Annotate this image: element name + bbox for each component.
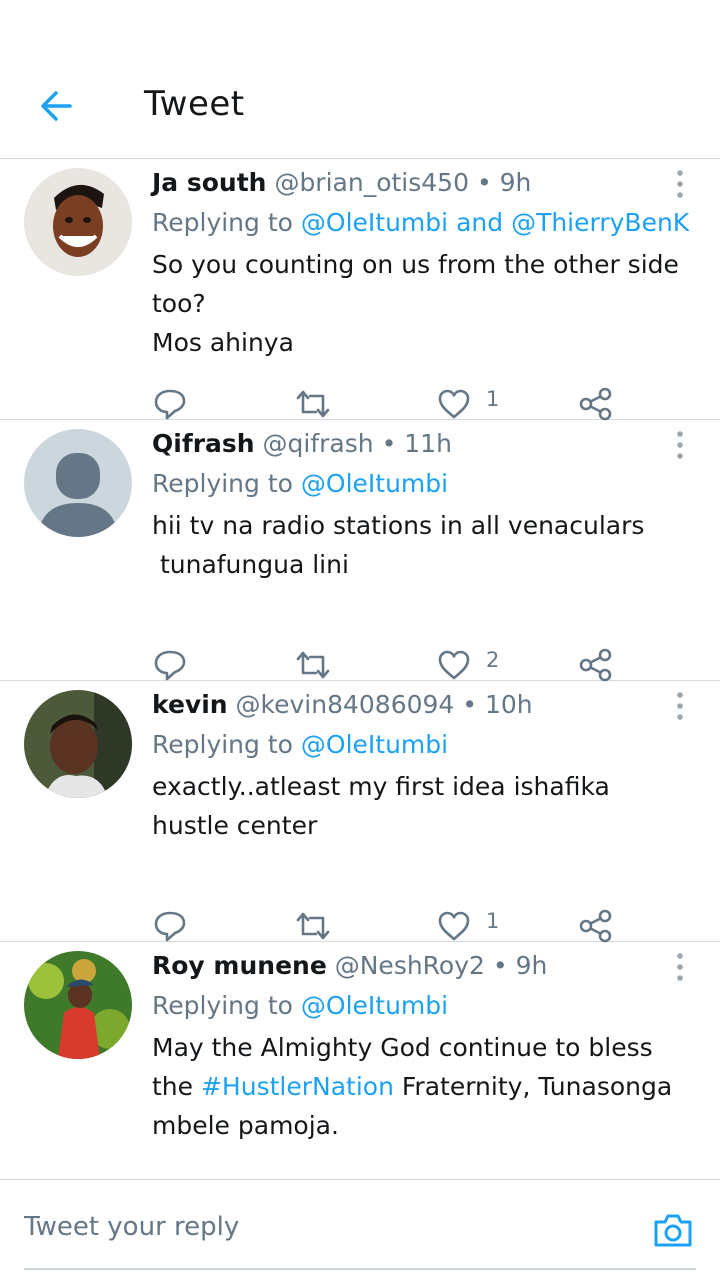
tweet-line: May the Almighty God continue to bless: [152, 1033, 653, 1062]
display-name[interactable]: Ja south: [152, 168, 266, 197]
avatar[interactable]: [24, 168, 132, 276]
avatar[interactable]: [24, 951, 132, 1059]
avatar[interactable]: [24, 690, 132, 798]
tweet-line: tunafungua lini: [152, 550, 349, 579]
retweet-icon: [296, 390, 330, 418]
more-vertical-icon: [677, 953, 683, 981]
tweet-actions: 1: [152, 903, 632, 947]
reply-icon: [154, 389, 186, 420]
more-options-button[interactable]: [670, 691, 690, 721]
separator-dot: •: [381, 429, 397, 458]
tweet-text: hii tv na radio stations in all venacula…: [152, 506, 700, 584]
arrow-left-icon: [41, 91, 72, 121]
display-name[interactable]: Roy munene: [152, 951, 327, 980]
reply-composer: Tweet your reply: [0, 1179, 720, 1281]
tweet[interactable]: Qifrash @qifrash • 11h Replying to @OleI…: [0, 420, 720, 682]
tweet-text: So you counting on us from the other sid…: [152, 245, 700, 362]
tweet-line-text: Fraternity, Tunasonga: [401, 1072, 673, 1101]
camera-icon: [654, 1214, 692, 1247]
tweet[interactable]: kevin @kevin84086094 • 10h Replying to @…: [0, 681, 720, 943]
back-button[interactable]: [36, 86, 76, 126]
default-avatar-icon: [24, 429, 132, 537]
replying-to: Replying to @OleItumbi: [152, 464, 700, 504]
replying-to: Replying to @OleItumbi and @ThierryBenK: [152, 203, 700, 243]
mention-link[interactable]: @ThierryBenK: [511, 208, 689, 237]
tweet-line: mbele pamoja.: [152, 1111, 339, 1140]
more-options-button[interactable]: [670, 430, 690, 460]
tweet-line: exactly..atleast my first idea ishafika: [152, 772, 610, 801]
mention-link[interactable]: @OleItumbi: [301, 730, 448, 759]
mention-joiner[interactable]: and: [456, 208, 503, 237]
reply-input[interactable]: Tweet your reply: [24, 1212, 239, 1242]
tweet-actions: 1: [152, 381, 632, 425]
display-name[interactable]: kevin: [152, 690, 228, 719]
hashtag-link[interactable]: #HustlerNation: [201, 1072, 394, 1101]
share-icon: [579, 387, 612, 421]
like-count: 2: [486, 648, 500, 672]
tweet-line: So you counting on us from the other sid…: [152, 250, 679, 279]
timestamp: 9h: [515, 951, 548, 980]
heart-icon: [438, 389, 470, 419]
replying-to: Replying to @OleItumbi: [152, 986, 700, 1026]
tweet-header: Qifrash @qifrash • 11h: [152, 424, 700, 464]
retweet-icon: [296, 912, 330, 940]
timestamp: 10h: [485, 690, 533, 719]
reply-icon: [154, 650, 186, 681]
page-title: Tweet: [144, 84, 245, 124]
mention-link[interactable]: @OleItumbi: [301, 991, 448, 1020]
display-name[interactable]: Qifrash: [152, 429, 255, 458]
tweet-header: Ja south @brian_otis450 • 9h: [152, 163, 700, 203]
tweet-line: the #HustlerNation Fraternity, Tunasonga: [152, 1067, 700, 1106]
user-handle[interactable]: @brian_otis450: [274, 168, 469, 197]
user-handle[interactable]: @kevin84086094: [236, 690, 455, 719]
tweet-line: Mos ahinya: [152, 328, 294, 357]
mention-link[interactable]: @OleItumbi: [301, 469, 448, 498]
tweet-text: May the Almighty God continue to bless t…: [152, 1028, 700, 1145]
separator-dot: •: [492, 951, 508, 980]
mention-link[interactable]: @OleItumbi: [301, 208, 448, 237]
more-vertical-icon: [677, 692, 683, 720]
tweet-line-text: the: [152, 1072, 194, 1101]
timestamp: 9h: [499, 168, 532, 197]
more-options-button[interactable]: [670, 169, 690, 199]
reply-icon: [154, 911, 186, 942]
more-vertical-icon: [677, 170, 683, 198]
like-count: 1: [486, 909, 500, 933]
tweet-line: hii tv na radio stations in all venacula…: [152, 511, 645, 540]
separator-dot: •: [476, 168, 492, 197]
camera-button[interactable]: [652, 1210, 694, 1250]
user-handle[interactable]: @NeshRoy2: [335, 951, 485, 980]
avatar[interactable]: [24, 429, 132, 537]
tweet-text: exactly..atleast my first idea ishafika …: [152, 767, 700, 845]
retweet-icon: [296, 651, 330, 679]
replying-to-label: Replying to: [152, 469, 293, 498]
replying-to-label: Replying to: [152, 730, 293, 759]
timestamp: 11h: [404, 429, 452, 458]
replying-to: Replying to @OleItumbi: [152, 725, 700, 765]
like-count: 1: [486, 387, 500, 411]
separator-dot: •: [462, 690, 478, 719]
replying-to-label: Replying to: [152, 208, 293, 237]
top-bar: Tweet: [0, 0, 720, 159]
tweet-header: Roy munene @NeshRoy2 • 9h: [152, 946, 700, 986]
share-icon: [579, 909, 612, 943]
replies-list[interactable]: Ja south @brian_otis450 • 9h Replying to…: [0, 159, 720, 1179]
tweet-actions: 2: [152, 642, 632, 686]
heart-icon: [438, 650, 470, 680]
tweet[interactable]: Ja south @brian_otis450 • 9h Replying to…: [0, 159, 720, 421]
tweet-line: hustle center: [152, 811, 318, 840]
input-underline: [24, 1268, 696, 1270]
tweet-header: kevin @kevin84086094 • 10h: [152, 685, 700, 725]
more-options-button[interactable]: [670, 952, 690, 982]
more-vertical-icon: [677, 431, 683, 459]
user-handle[interactable]: @qifrash: [263, 429, 374, 458]
tweet[interactable]: Roy munene @NeshRoy2 • 9h Replying to @O…: [0, 942, 720, 1179]
replying-to-label: Replying to: [152, 991, 293, 1020]
share-icon: [579, 648, 612, 682]
heart-icon: [438, 911, 470, 941]
tweet-line: too?: [152, 289, 206, 318]
